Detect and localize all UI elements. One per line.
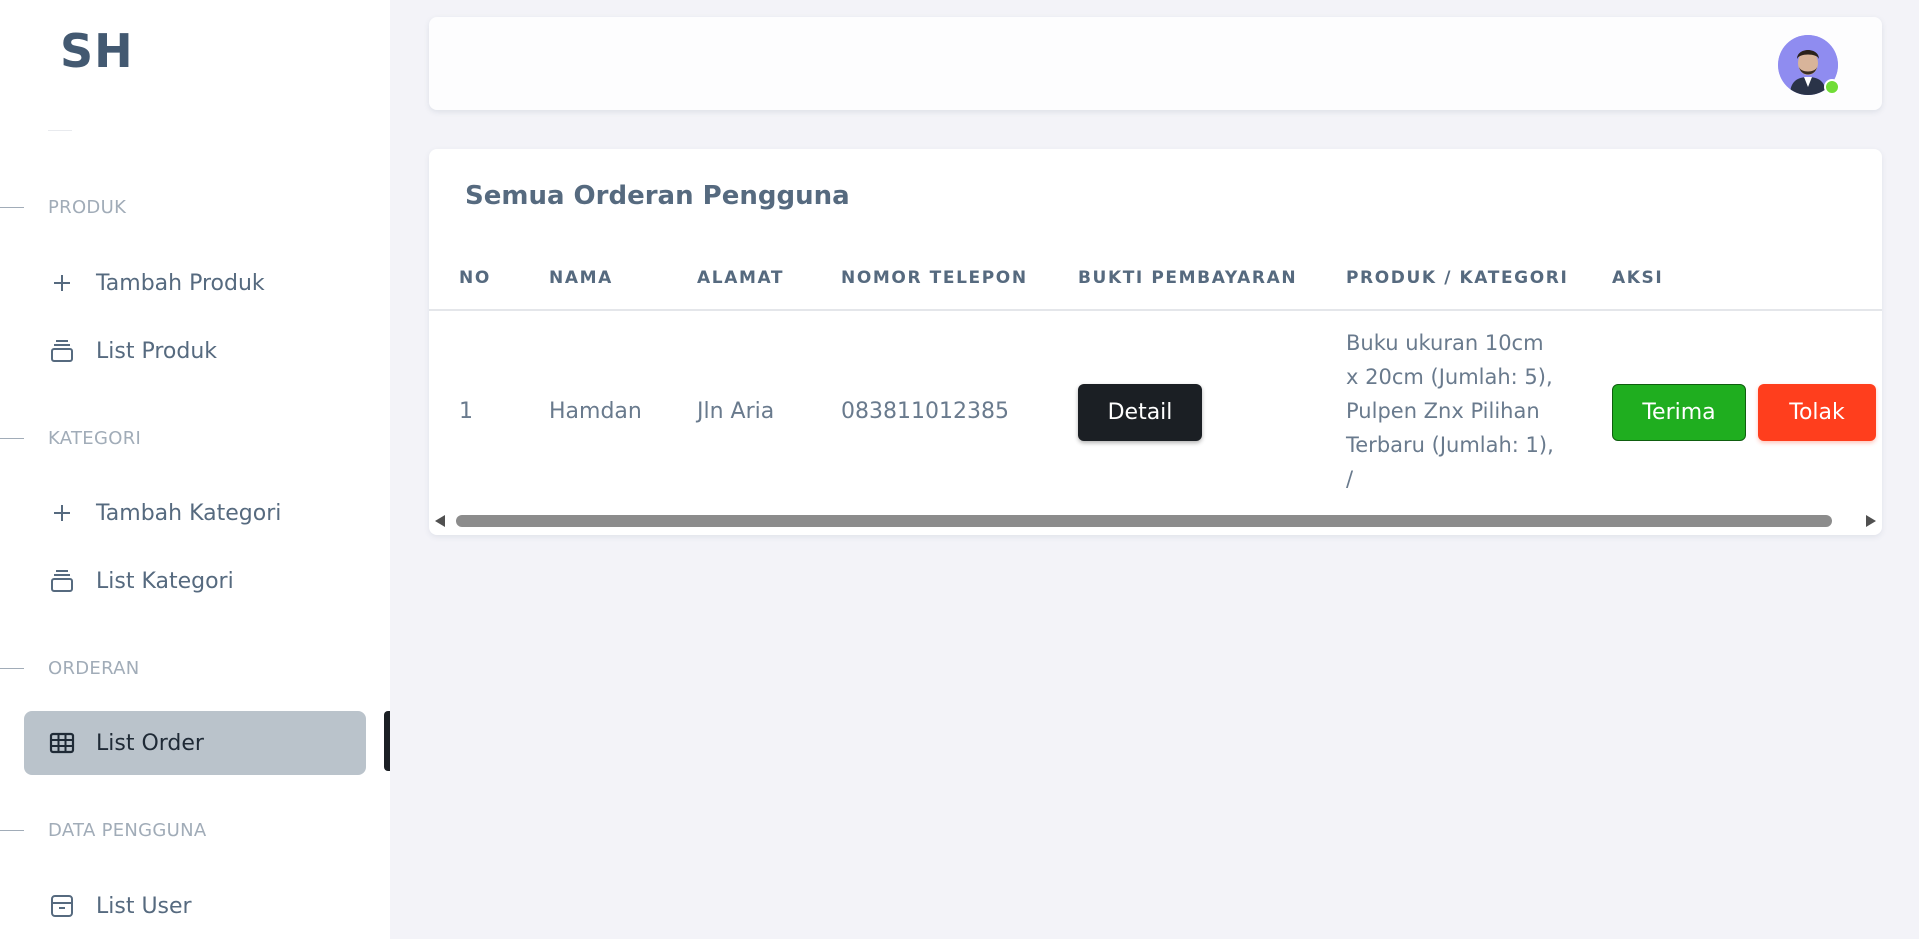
scrollbar-thumb[interactable] <box>456 515 1832 527</box>
section-label: PRODUK <box>48 196 127 218</box>
column-header-no: NO <box>459 268 491 288</box>
orders-card: Semua Orderan Pengguna NO NAMA ALAMAT NO… <box>429 149 1882 535</box>
cell-no: 1 <box>459 399 473 424</box>
active-menu-indicator <box>384 711 390 771</box>
plus-icon <box>48 269 76 297</box>
scroll-left-arrow-icon[interactable] <box>435 515 445 527</box>
stack-icon <box>48 567 76 595</box>
column-header-bukti-pembayaran: BUKTI PEMBAYARAN <box>1078 268 1298 288</box>
card-title: Semua Orderan Pengguna <box>465 181 850 211</box>
sidebar-item-label: List Order <box>96 730 204 756</box>
top-navbar <box>429 17 1882 110</box>
produk-line: Terbaru (Jumlah: 1), <box>1346 433 1554 457</box>
section-label: ORDERAN <box>48 657 140 679</box>
sidebar: SH PRODUK Tambah Produk List Produk KATE… <box>0 0 390 939</box>
sidebar-item-label: Tambah Produk <box>96 270 265 296</box>
cell-alamat: Jln Aria <box>697 399 775 424</box>
section-header-kategori: KATEGORI <box>0 426 141 450</box>
section-line <box>0 829 24 831</box>
produk-line: / <box>1346 467 1354 491</box>
section-line <box>0 437 24 439</box>
section-header-produk: PRODUK <box>0 195 126 219</box>
produk-line: Buku ukuran 10cm <box>1346 331 1544 355</box>
detail-button[interactable]: Detail <box>1078 384 1202 441</box>
online-status-dot <box>1824 79 1840 95</box>
column-header-nama: NAMA <box>549 268 613 288</box>
brand-logo[interactable]: SH <box>60 24 134 78</box>
column-header-produk-kategori: PRODUK / KATEGORI <box>1346 268 1569 288</box>
sidebar-item-list-kategori[interactable]: List Kategori <box>24 549 366 613</box>
produk-line: x 20cm (Jumlah: 5), <box>1346 365 1553 389</box>
tolak-button[interactable]: Tolak <box>1758 384 1876 441</box>
sidebar-item-tambah-kategori[interactable]: Tambah Kategori <box>24 481 366 545</box>
sidebar-item-label: List Produk <box>96 338 217 364</box>
section-label: DATA PENGGUNA <box>48 819 207 841</box>
sidebar-item-label: List User <box>96 893 192 919</box>
column-header-alamat: ALAMAT <box>697 268 785 288</box>
cell-telepon: 083811012385 <box>841 399 1009 424</box>
section-line <box>0 206 24 208</box>
sidebar-item-list-order[interactable]: List Order <box>24 711 366 775</box>
column-header-aksi: AKSI <box>1612 268 1664 288</box>
sidebar-item-tambah-produk[interactable]: Tambah Produk <box>24 251 366 315</box>
terima-button[interactable]: Terima <box>1612 384 1746 441</box>
produk-line: Pulpen Znx Pilihan <box>1346 399 1540 423</box>
section-line <box>0 667 24 669</box>
sidebar-item-list-produk[interactable]: List Produk <box>24 319 366 383</box>
sidebar-item-label: Tambah Kategori <box>96 500 282 526</box>
cell-nama: Hamdan <box>549 399 642 424</box>
table-header-divider <box>429 309 1882 311</box>
brand-divider <box>48 130 72 131</box>
cell-produk: Buku ukuran 10cm x 20cm (Jumlah: 5), Pul… <box>1346 326 1566 496</box>
column-header-nomor-telepon: NOMOR TELEPON <box>841 268 1028 288</box>
sidebar-item-label: List Kategori <box>96 568 234 594</box>
section-label: KATEGORI <box>48 427 142 449</box>
table-icon <box>48 729 76 757</box>
plus-icon <box>48 499 76 527</box>
scroll-right-arrow-icon[interactable] <box>1866 515 1876 527</box>
archive-icon <box>48 892 76 920</box>
section-header-orderan: ORDERAN <box>0 656 140 680</box>
section-header-data-pengguna: DATA PENGGUNA <box>0 818 207 842</box>
horizontal-scrollbar[interactable] <box>429 510 1882 532</box>
stack-icon <box>48 337 76 365</box>
sidebar-item-list-user[interactable]: List User <box>24 874 366 938</box>
